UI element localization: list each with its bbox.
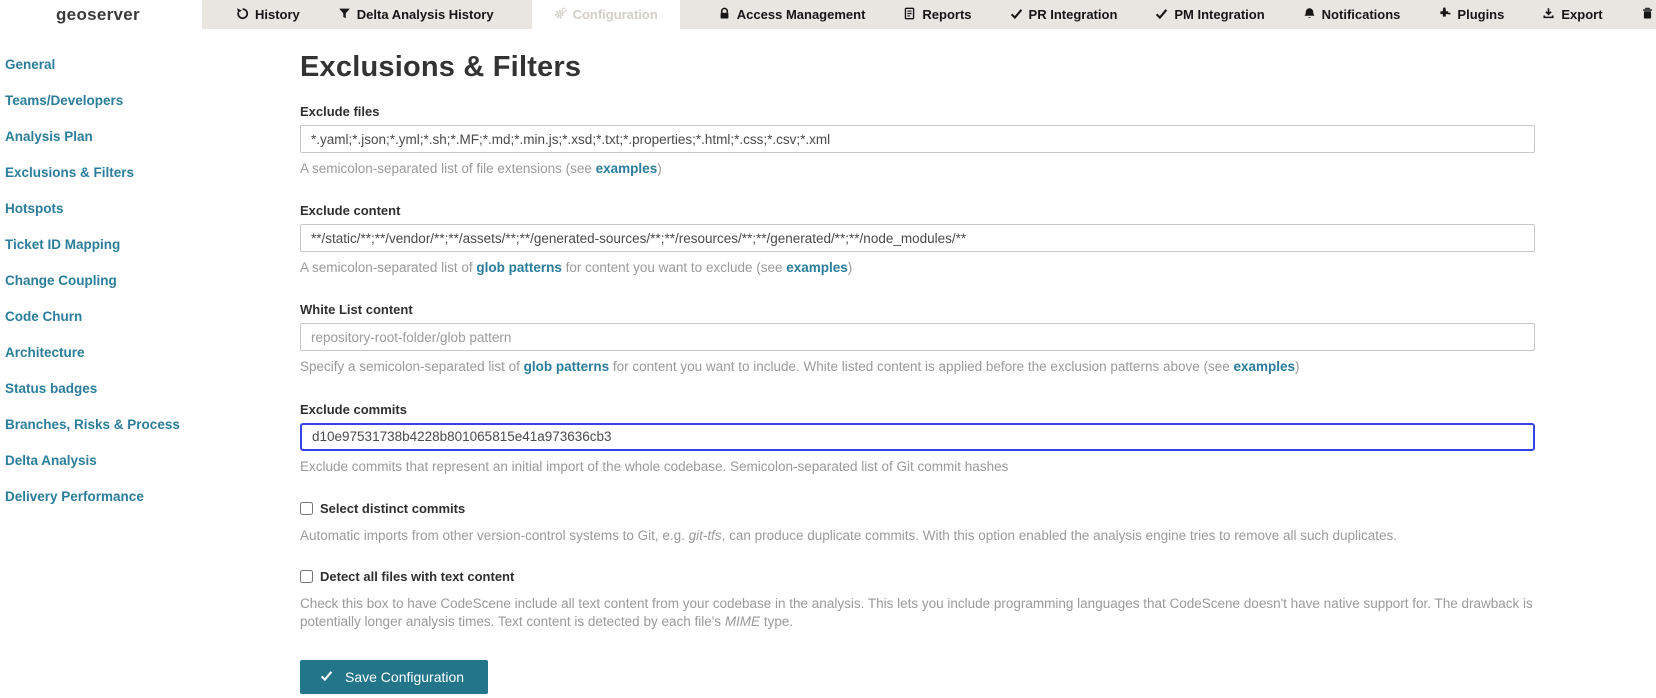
- tab-delta-analysis-history[interactable]: Delta Analysis History: [338, 0, 494, 29]
- trash-icon: [1641, 7, 1654, 23]
- tab-access-management[interactable]: Access Management: [718, 0, 866, 29]
- sidebar-item-code-churn[interactable]: Code Churn: [5, 298, 290, 334]
- exclude-commits-help: Exclude commits that represent an initia…: [300, 458, 1009, 474]
- check-icon: [1010, 7, 1023, 23]
- save-button-label: Save Configuration: [345, 668, 465, 685]
- exclude-files-help: A semicolon-separated list of file exten…: [300, 160, 1535, 178]
- whitelist-content-input[interactable]: [300, 323, 1535, 352]
- tab-reports[interactable]: Reports: [903, 0, 972, 29]
- tab-label: Delta Analysis History: [356, 7, 494, 22]
- sidebar-item-change-coupling[interactable]: Change Coupling: [5, 262, 290, 298]
- detect-text-content-help: Check this box to have CodeScene include…: [300, 595, 1535, 631]
- detect-text-content-label: Detect all files with text content: [320, 569, 515, 585]
- tab-label: Reports: [922, 7, 972, 22]
- tab-export[interactable]: Export: [1542, 0, 1603, 29]
- exclude-commits-label: Exclude commits: [300, 401, 407, 417]
- tab-pr-integration[interactable]: PR Integration: [1010, 0, 1118, 29]
- exclude-files-input[interactable]: [300, 125, 1535, 153]
- tab-label: Export: [1561, 7, 1603, 22]
- tab-label: PR Integration: [1028, 7, 1118, 22]
- tab-plugins[interactable]: Plugins: [1438, 0, 1504, 29]
- tab-label: Notifications: [1321, 7, 1401, 22]
- filter-icon: [338, 7, 351, 23]
- examples-link[interactable]: examples: [786, 260, 848, 275]
- exclude-content-input[interactable]: [300, 224, 1535, 253]
- lock-icon: [718, 7, 731, 23]
- tab-notifications[interactable]: Notifications: [1303, 0, 1401, 29]
- config-sidebar: General Teams/Developers Analysis Plan E…: [0, 29, 300, 694]
- page-title: Exclusions & Filters: [300, 51, 582, 83]
- examples-link[interactable]: examples: [1234, 359, 1296, 374]
- sidebar-item-exclusions-filters[interactable]: Exclusions & Filters: [5, 154, 290, 190]
- select-distinct-commits-label: Select distinct commits: [320, 500, 466, 516]
- exclude-content-group: Exclude content A semicolon-separated li…: [300, 203, 1535, 277]
- select-distinct-commits-group: Select distinct commits Automatic import…: [300, 501, 1535, 545]
- exclude-content-label: Exclude content: [300, 203, 401, 219]
- project-name: geoserver: [0, 0, 202, 29]
- exclude-files-group: Exclude files A semicolon-separated list…: [300, 104, 1535, 178]
- plugin-icon: [1438, 6, 1451, 23]
- whitelist-content-group: White List content Specify a semicolon-s…: [300, 302, 1535, 376]
- mime-term: MIME: [724, 614, 761, 630]
- tab-label: Configuration: [572, 7, 658, 22]
- tab-label: History: [254, 7, 300, 22]
- help-text: Specify a semicolon-separated list of: [300, 359, 524, 375]
- git-tfs-term: git-tfs: [688, 527, 722, 543]
- exclude-commits-group: Exclude commits Exclude commits that rep…: [300, 402, 1535, 476]
- sidebar-item-hotspots[interactable]: Hotspots: [5, 190, 290, 226]
- detect-text-content-group: Detect all files with text content Check…: [300, 569, 1535, 631]
- sidebar-item-analysis-plan[interactable]: Analysis Plan: [5, 118, 290, 154]
- tab-label: PM Integration: [1174, 7, 1265, 22]
- sidebar-item-status-badges[interactable]: Status badges: [5, 370, 290, 406]
- tab-configuration[interactable]: Configuration: [531, 0, 680, 29]
- help-text: for content you want to exclude (see: [561, 260, 787, 276]
- examples-link[interactable]: examples: [596, 161, 658, 176]
- page-body: General Teams/Developers Analysis Plan E…: [0, 29, 1656, 694]
- sidebar-item-ticket-id-mapping[interactable]: Ticket ID Mapping: [5, 226, 290, 262]
- select-distinct-commits-help: Automatic imports from other version-con…: [300, 527, 1535, 545]
- tab-history[interactable]: History: [236, 0, 300, 29]
- help-text: A semicolon-separated list of file exten…: [300, 161, 596, 176]
- help-text: type.: [760, 614, 794, 630]
- exclude-files-label: Exclude files: [300, 104, 380, 119]
- help-text: ): [657, 161, 662, 176]
- top-navbar: geoserver History Delta Analysis History…: [0, 0, 1656, 29]
- glob-patterns-link[interactable]: glob patterns: [524, 359, 610, 374]
- tab-pm-integration[interactable]: PM Integration: [1155, 0, 1265, 29]
- sidebar-item-delta-analysis[interactable]: Delta Analysis: [5, 442, 290, 478]
- help-text: for content you want to include. White l…: [609, 359, 1234, 375]
- glob-patterns-link[interactable]: glob patterns: [476, 260, 562, 275]
- help-text: A semicolon-separated list of: [300, 260, 477, 276]
- help-text: , can produce duplicate commits. With th…: [721, 527, 1398, 543]
- exclude-content-help: A semicolon-separated list of glob patte…: [300, 259, 1535, 277]
- whitelist-content-label: White List content: [300, 302, 413, 318]
- tab-label: Access Management: [736, 7, 866, 22]
- help-text: Check this box to have CodeScene include…: [300, 596, 1533, 630]
- whitelist-content-help: Specify a semicolon-separated list of gl…: [300, 358, 1535, 376]
- sidebar-item-general[interactable]: General: [5, 46, 290, 82]
- bell-icon: [1303, 7, 1316, 23]
- help-text: ): [847, 260, 853, 276]
- download-icon: [1542, 7, 1555, 23]
- navbar-tabs: History Delta Analysis History Configura…: [201, 0, 1656, 29]
- tab-delete[interactable]: Delete: [1641, 0, 1656, 29]
- tab-label: Plugins: [1457, 7, 1505, 22]
- sidebar-item-teams-developers[interactable]: Teams/Developers: [5, 82, 290, 118]
- help-text: ): [1295, 359, 1300, 375]
- check-icon: [320, 669, 333, 685]
- history-icon: [236, 7, 249, 23]
- gears-icon: [554, 6, 567, 23]
- save-configuration-button[interactable]: Save Configuration: [300, 659, 489, 694]
- help-text: Automatic imports from other version-con…: [300, 527, 689, 543]
- detect-text-content-checkbox[interactable]: [300, 570, 313, 584]
- check-icon: [1155, 7, 1168, 23]
- sidebar-item-delivery-performance[interactable]: Delivery Performance: [5, 478, 290, 514]
- exclude-commits-input[interactable]: [300, 422, 1535, 451]
- document-icon: [903, 7, 916, 23]
- sidebar-item-architecture[interactable]: Architecture: [5, 334, 290, 370]
- main-content: Exclusions & Filters Exclude files A sem…: [300, 29, 1656, 694]
- sidebar-item-branches-risks-process[interactable]: Branches, Risks & Process: [5, 406, 290, 442]
- select-distinct-commits-checkbox[interactable]: [300, 501, 313, 515]
